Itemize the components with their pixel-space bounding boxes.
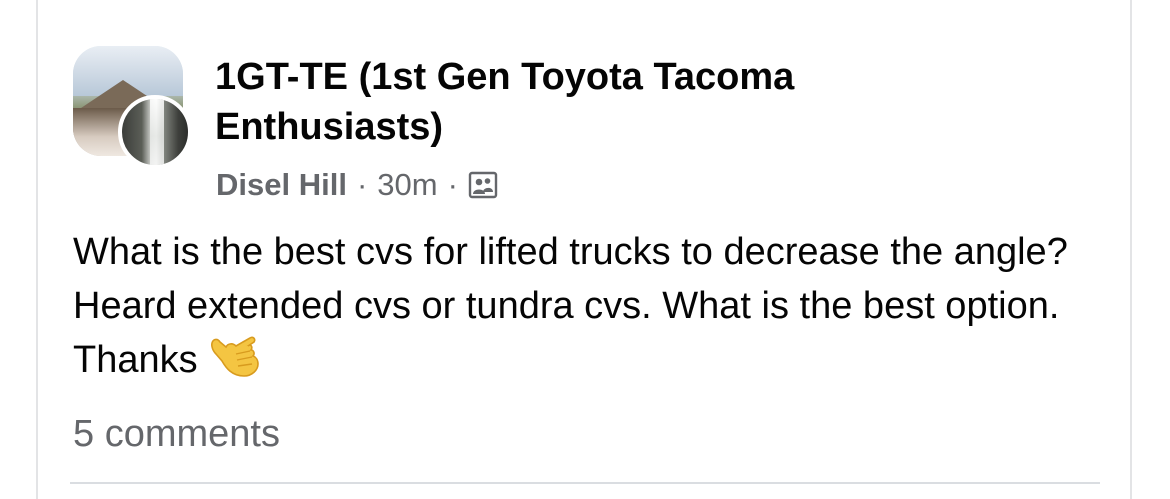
author-name-link[interactable]: Disel Hill — [216, 167, 347, 203]
meta-separator: · — [447, 167, 458, 202]
meta-separator: · — [356, 167, 368, 202]
user-avatar[interactable] — [118, 95, 192, 169]
divider — [70, 482, 1100, 484]
avatar-waterfall — [150, 99, 164, 165]
group-name-link[interactable]: 1GT-TE (1st Gen Toyota Tacoma Enthusiast… — [215, 52, 975, 152]
post-meta: Disel Hill · 30m · — [216, 163, 498, 207]
comments-count-link[interactable]: 5 comments — [73, 410, 280, 458]
members-icon[interactable] — [468, 170, 498, 200]
post-timestamp[interactable]: 30m — [377, 167, 437, 203]
post-text: What is the best cvs for lifted trucks t… — [73, 225, 1093, 387]
call-me-hand-emoji — [206, 334, 262, 380]
